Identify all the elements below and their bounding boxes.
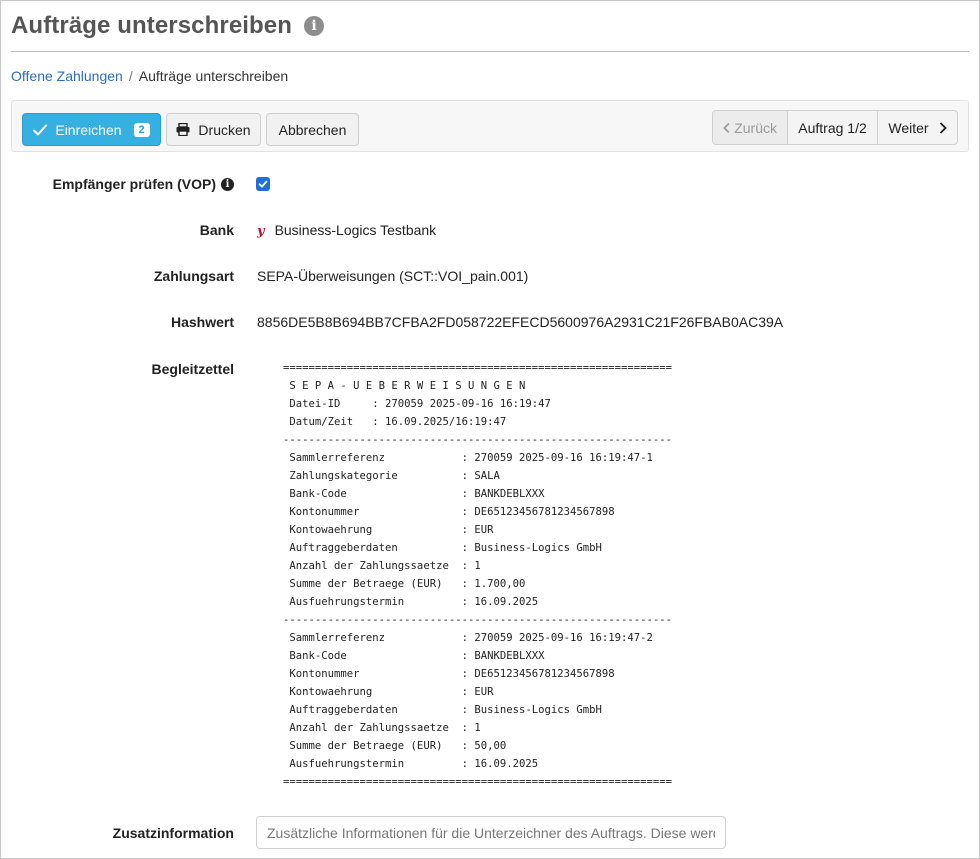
breadcrumb-separator: / (128, 68, 133, 84)
extra-info-input[interactable] (256, 816, 726, 849)
payment-type-value: SEPA-Überweisungen (SCT::VOI_pain.001) (257, 268, 529, 284)
payment-type-label: Zahlungsart (153, 268, 234, 284)
print-button[interactable]: Drucken (166, 113, 261, 146)
submit-count-badge: 2 (133, 122, 150, 137)
title-row: Aufträge unterschreiben i (11, 9, 325, 43)
next-button[interactable]: Weiter (878, 111, 957, 144)
breadcrumb-link-offene-zahlungen[interactable]: Offene Zahlungen (11, 68, 123, 84)
extra-info-label: Zusatzinformation (112, 825, 234, 841)
vop-info-icon[interactable]: i (221, 177, 234, 191)
printer-icon (176, 123, 190, 136)
vop-label: Empfänger prüfen (VOP) (52, 176, 216, 192)
print-label: Drucken (198, 121, 251, 138)
bank-logo-icon: y (257, 224, 265, 239)
check-icon (33, 124, 48, 135)
bank-label: Bank (199, 222, 234, 238)
order-pager: Zurück Auftrag 1/2 Weiter (712, 110, 958, 145)
hash-label: Hashwert (170, 314, 234, 330)
previous-button[interactable]: Zurück (713, 111, 788, 144)
next-label: Weiter (888, 119, 929, 136)
chevron-left-icon (723, 122, 730, 133)
order-position: Auftrag 1/2 (788, 111, 878, 144)
previous-label: Zurück (734, 119, 777, 136)
vop-label-group: Empfänger prüfen (VOP) i (53, 176, 234, 192)
bank-value: Business-Logics Testbank (274, 222, 437, 238)
action-toolbar: Einreichen 2 Drucken Abbrechen Zurück Au… (11, 100, 969, 152)
payment-slip: ========================================… (283, 362, 673, 788)
cancel-label: Abbrechen (278, 121, 347, 138)
info-icon[interactable]: i (304, 16, 325, 36)
breadcrumb-current: Aufträge unterschreiben (138, 68, 289, 84)
vop-checkbox[interactable] (256, 177, 270, 191)
submit-label: Einreichen (55, 121, 122, 138)
slip-label: Begleitzettel (151, 361, 234, 377)
title-divider (11, 51, 969, 52)
breadcrumb: Offene Zahlungen / Aufträge unterschreib… (11, 68, 288, 84)
submit-button[interactable]: Einreichen 2 (22, 113, 161, 146)
cancel-button[interactable]: Abbrechen (266, 113, 359, 146)
checkmark-icon (258, 180, 268, 188)
bank-value-group: y Business-Logics Testbank (257, 222, 436, 239)
hash-value: 8856DE5B8B694BB7CFBA2FD058722EFECD560097… (257, 314, 784, 330)
page-title: Aufträge unterschreiben (11, 12, 293, 39)
chevron-right-icon (939, 121, 947, 134)
